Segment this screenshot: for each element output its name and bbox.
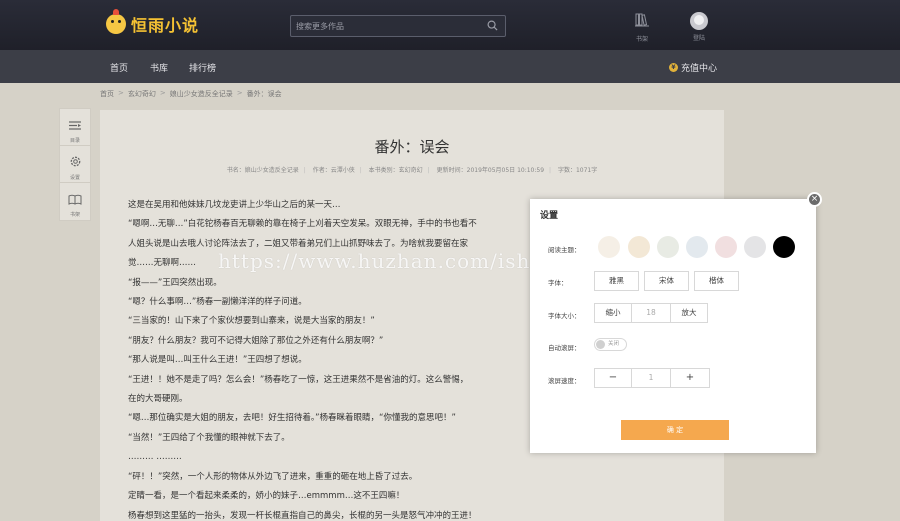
breadcrumb-chapter: 番外：误会 (246, 90, 282, 98)
font-yahei-button[interactable]: 雅黑 (594, 271, 639, 291)
catalog-label: 目录 (69, 138, 80, 144)
font-size-decrease-button[interactable]: 缩小 (594, 303, 632, 323)
scroll-speed-value: 1 (631, 368, 671, 388)
font-size-value: 18 (631, 303, 671, 323)
header-shelf-button[interactable]: 书架 (627, 12, 657, 43)
settings-label: 设置 (69, 175, 80, 181)
theme-swatch[interactable] (744, 236, 766, 258)
login-label: 登陆 (692, 35, 705, 42)
search-icon[interactable] (487, 20, 498, 31)
recharge-label: 充值中心 (681, 64, 718, 74)
theme-swatch[interactable] (686, 236, 708, 258)
theme-swatch[interactable] (657, 236, 679, 258)
scroll-speed-decrease-button[interactable]: − (594, 368, 632, 388)
recharge-link[interactable]: ¥ 充值中心 (669, 61, 717, 74)
confirm-button[interactable]: 确 定 (621, 420, 729, 440)
header-login-button[interactable]: 登陆 (684, 12, 714, 42)
reader-side-tools: 目录 设置 书架 (59, 108, 91, 221)
meta-updated: 更新时间：2019年05月05日 10:10:59 (436, 167, 545, 174)
scroll-speed-label: 滚屏速度： (548, 377, 581, 385)
font-label: 字体： (548, 279, 568, 287)
avatar (690, 12, 708, 30)
font-size-label: 字体大小： (548, 312, 581, 320)
catalog-button[interactable]: 目录 (60, 109, 90, 146)
font-kai-button[interactable]: 楷体 (694, 271, 739, 291)
top-header: 恒雨小说 书架 登陆 (0, 0, 900, 50)
meta-author[interactable]: 作者：云潭小侠 (313, 167, 355, 174)
meta-category[interactable]: 本书类别：玄幻奇幻 (369, 167, 423, 174)
search-input[interactable] (291, 16, 481, 36)
site-logo[interactable]: 恒雨小说 (106, 9, 200, 36)
settings-dialog: 设置 阅读主题： 字体： 雅黑 宋体 楷体 字体大小： 缩小 18 放大 自动滚… (530, 199, 816, 453)
paragraph: 定睛一看，是一个看起来柔柔的，娇小的妹子…emmmm…这不王四嘛！ (128, 491, 405, 502)
chapter-title: 番外：误会 (374, 138, 450, 156)
theme-label: 阅读主题： (548, 246, 581, 254)
close-icon[interactable]: × (807, 192, 822, 207)
main-nav: 首页 书库 排行榜 ¥ 充值中心 (0, 50, 900, 83)
theme-swatch[interactable] (628, 236, 650, 258)
settings-button[interactable]: 设置 (60, 146, 90, 183)
meta-words: 字数：1071字 (557, 167, 598, 174)
theme-swatch[interactable] (715, 236, 737, 258)
breadcrumb-category[interactable]: 玄幻奇幻 (128, 89, 156, 99)
autoscroll-toggle[interactable]: 关闭 (594, 338, 627, 351)
nav-home[interactable]: 首页 (110, 61, 128, 74)
search-box (290, 15, 506, 37)
breadcrumb-home[interactable]: 首页 (100, 89, 114, 99)
paragraph: 杨春想到这里猛的一抬头，发现一杆长棍直指自己的鼻尖，长棍的另一头是怒气冲冲的王进… (128, 510, 477, 521)
coin-icon: ¥ (669, 63, 678, 72)
font-song-button[interactable]: 宋体 (644, 271, 689, 291)
theme-swatch[interactable] (773, 236, 795, 258)
add-to-shelf-button[interactable]: 书架 (60, 183, 90, 220)
breadcrumb: 首页 > 玄幻奇幻 > 娘山少女造反全记录 > 番外：误会 (100, 89, 282, 99)
breadcrumb-book[interactable]: 娘山少女造反全记录 (170, 89, 233, 99)
nav-library[interactable]: 书库 (150, 61, 168, 74)
chapter-meta: 书名：娘山少女造反全记录 | 作者：云潭小侠 | 本书类别：玄幻奇幻 | 更新时间：2… (226, 167, 598, 174)
shelf-tool-label: 书架 (69, 212, 80, 218)
chick-logo-icon (106, 9, 126, 34)
bookshelf-icon (635, 13, 649, 27)
theme-swatch[interactable] (598, 236, 620, 258)
settings-title: 设置 (540, 211, 559, 221)
nav-ranking[interactable]: 排行榜 (189, 61, 216, 74)
logo-text: 恒雨小说 (131, 16, 200, 35)
scroll-speed-increase-button[interactable]: + (670, 368, 710, 388)
gear-icon (70, 156, 80, 167)
meta-book[interactable]: 书名：娘山少女造反全记录 (227, 167, 299, 174)
catalog-icon (69, 121, 81, 130)
autoscroll-label: 自动滚屏： (548, 344, 581, 352)
font-size-increase-button[interactable]: 放大 (670, 303, 708, 323)
paragraph: “砰！！”突然，一个人形的物体从外边飞了进来，重重的砸在地上昏了过去。 (128, 471, 418, 482)
shelf-label: 书架 (635, 36, 648, 43)
bookshelf-icon (68, 194, 82, 205)
